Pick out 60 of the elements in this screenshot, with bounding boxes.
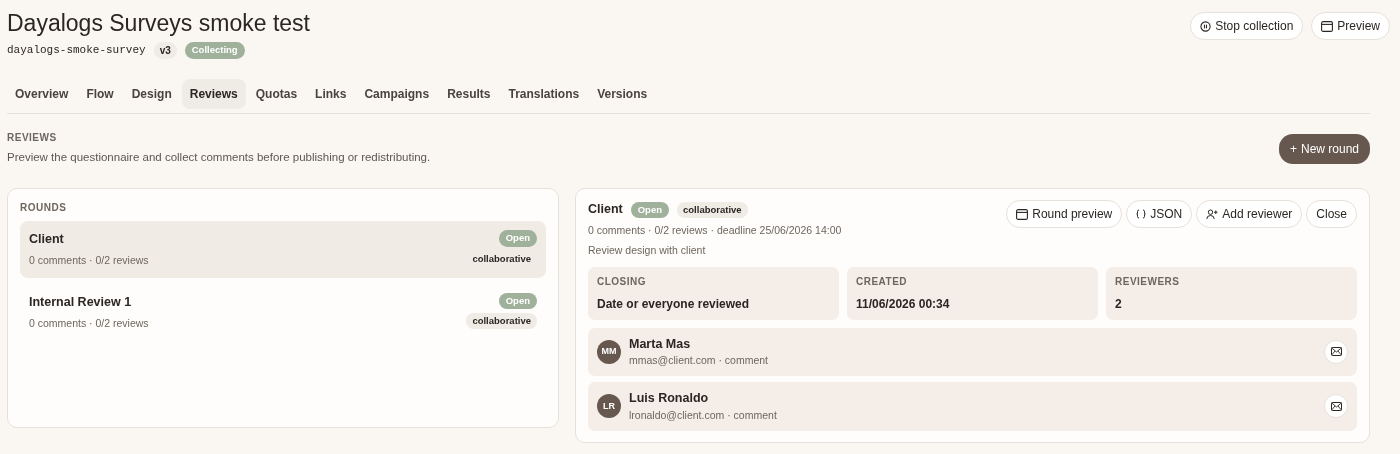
plus-icon: +	[1289, 142, 1297, 156]
add-reviewer-button[interactable]: Add reviewer	[1196, 200, 1303, 229]
tab[interactable]: Overview	[7, 79, 77, 109]
status-tag: Open	[498, 292, 537, 309]
tab[interactable]: Design	[123, 79, 180, 109]
tab[interactable]: Versions	[589, 79, 656, 109]
mail-button[interactable]	[1324, 339, 1348, 364]
stat-value: 2	[1115, 295, 1123, 313]
status-tag: Collecting	[184, 42, 245, 59]
stat-label: REVIEWERS	[1115, 274, 1181, 289]
stop-icon	[1200, 20, 1212, 32]
reviewer-meta: mmas@client.com · comment	[629, 353, 769, 369]
preview-button[interactable]: Preview	[1311, 12, 1390, 40]
new-round-button[interactable]: + New round	[1278, 134, 1370, 164]
round-item[interactable]: Internal Review 1 0 comments · 0/2 reviews Open collaborative	[20, 283, 546, 341]
mode-tag: collaborative	[677, 201, 748, 218]
stat-label: CREATED	[856, 274, 909, 289]
round-title: Client	[588, 201, 623, 219]
json-button[interactable]: JSON	[1126, 200, 1193, 229]
section-description: Preview the questionnaire and collect comments before publishing or redistributing.	[7, 150, 431, 165]
section-heading: REVIEWS	[7, 131, 58, 145]
round-meta: 0 comments · 0/2 reviews · deadline 25/06/2026 14:00	[588, 223, 842, 238]
panel-heading: ROUNDS	[20, 201, 68, 216]
tab[interactable]: Flow	[78, 79, 122, 109]
mail-icon	[1330, 347, 1342, 357]
close-button[interactable]: Close	[1306, 200, 1357, 229]
round-meta: 0 comments · 0/2 reviews	[29, 315, 149, 331]
mail-button[interactable]	[1324, 394, 1348, 419]
page-title: Dayalogs Surveys smoke test	[7, 9, 310, 38]
round-name: Internal Review 1	[29, 293, 133, 311]
stat-value: Date or everyone reviewed	[597, 295, 751, 313]
status-tag: Open	[498, 230, 537, 247]
round-meta: 0 comments · 0/2 reviews	[29, 253, 149, 268]
mode-tag: collaborative	[466, 313, 537, 330]
preview-button[interactable]: Round preview	[1006, 200, 1123, 229]
round-name: Client	[29, 231, 65, 249]
tab[interactable]: Reviews	[181, 79, 246, 109]
reviewer-name: Luis Ronaldo	[629, 390, 710, 407]
tab[interactable]: Results	[439, 79, 499, 109]
stat-value: 11/06/2026 00:34	[856, 295, 951, 313]
version-tag: v3	[153, 42, 177, 59]
avatar: LR	[597, 394, 621, 419]
mail-icon	[1330, 401, 1342, 411]
braces-icon	[1136, 209, 1147, 220]
tab[interactable]: Campaigns	[356, 79, 438, 109]
stat-label: CLOSING	[597, 274, 648, 289]
reviewer-name: Marta Mas	[629, 335, 692, 353]
reviewer-meta: lronaldo@client.com · comment	[629, 407, 777, 423]
status-tag: Open	[630, 201, 669, 218]
round-item[interactable]: Client 0 comments · 0/2 reviews Open collaborative	[20, 221, 546, 278]
window-icon	[1321, 20, 1334, 32]
tab[interactable]: Quotas	[247, 79, 306, 109]
stop-collection-button[interactable]: Stop collection	[1190, 12, 1304, 40]
round-description: Review design with client	[588, 242, 707, 258]
tab[interactable]: Links	[307, 79, 355, 109]
avatar: MM	[597, 339, 621, 364]
add-user-icon	[1206, 208, 1219, 220]
survey-slug: dayalogs-smoke-survey	[7, 43, 146, 59]
window-icon	[1016, 208, 1029, 220]
tab[interactable]: Translations	[500, 79, 588, 109]
